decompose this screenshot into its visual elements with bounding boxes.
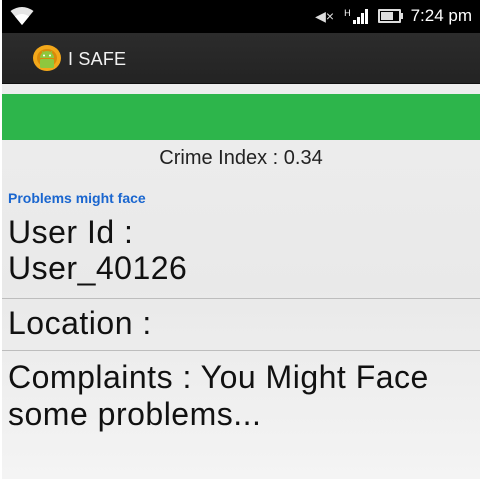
app-title: I SAFE bbox=[68, 49, 127, 69]
status-icons: ◀× H 7:24 pm bbox=[315, 5, 472, 27]
status-bar: ◀× H 7:24 pm bbox=[2, 0, 480, 33]
action-bar: I SAFE bbox=[2, 33, 480, 84]
screen: ◀× H 7:24 pm I SAFE Crime Index : 0.34 P… bbox=[2, 0, 480, 479]
status-color-bar bbox=[2, 94, 480, 140]
android-app-icon[interactable] bbox=[32, 43, 62, 73]
divider bbox=[2, 350, 480, 351]
problems-label: Problems might face bbox=[8, 190, 146, 206]
user-id-text: User Id : User_40126 bbox=[8, 214, 188, 286]
location-text: Location : bbox=[8, 305, 152, 341]
divider bbox=[2, 298, 480, 299]
crime-index-label: Crime Index : 0.34 bbox=[159, 147, 323, 169]
signal-icon: H bbox=[344, 8, 368, 24]
complaints-text: Complaints : You Might Face some problem… bbox=[8, 359, 429, 432]
mute-icon: ◀× bbox=[315, 7, 335, 24]
wifi-icon bbox=[10, 6, 34, 31]
battery-icon bbox=[377, 9, 403, 23]
status-time: 7:24 pm bbox=[410, 6, 472, 25]
